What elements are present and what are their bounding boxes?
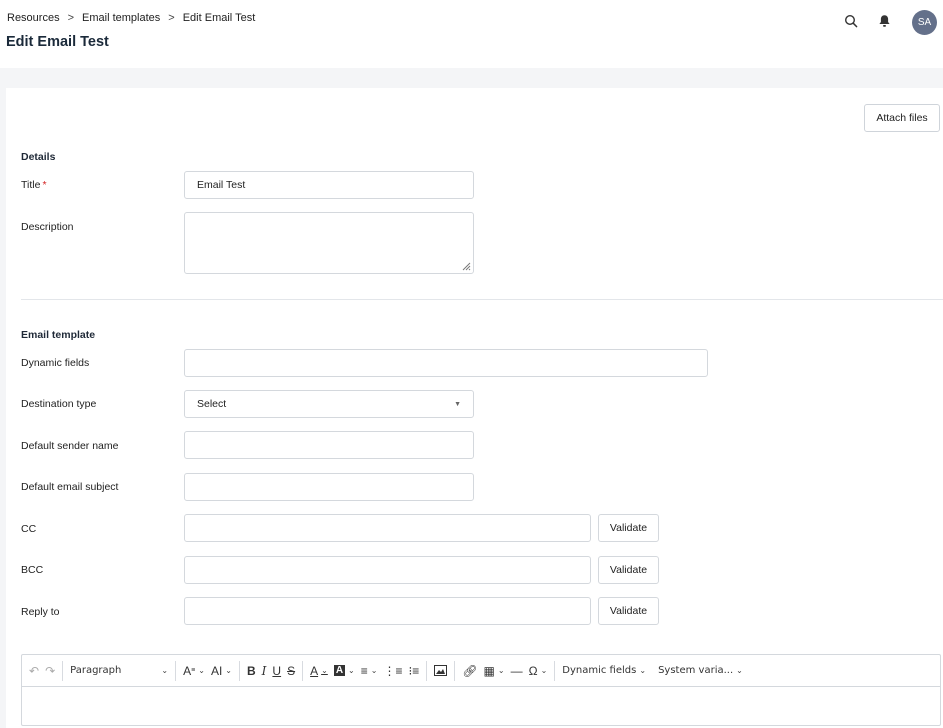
description-label: Description	[21, 221, 74, 233]
italic-icon[interactable]: I	[259, 660, 270, 682]
highlight-color-icon[interactable]: A ⌄	[331, 660, 358, 682]
special-character-icon[interactable]: Ω ⌄	[526, 660, 551, 682]
block-format-value: Paragraph	[70, 665, 122, 676]
system-variables-dropdown[interactable]: System varia... ⌄	[655, 660, 746, 682]
system-variables-dropdown-label: System varia...	[658, 665, 734, 676]
cc-label: CC	[21, 523, 37, 535]
title-label: Title *	[21, 179, 47, 191]
chevron-down-icon: ⌄	[161, 666, 169, 675]
avatar[interactable]: SA	[912, 10, 937, 35]
dynamic-fields-dropdown-label: Dynamic fields	[562, 665, 637, 676]
editor-toolbar: ↶ ↷ Paragraph ⌄ A ≡ ⌄ AI ⌄ B I U S A ⌄ A ⌄ ≡ ⌄…	[22, 655, 940, 687]
underline-icon[interactable]: U	[269, 660, 284, 682]
cc-input[interactable]	[184, 514, 591, 542]
font-size-icon[interactable]: AI ⌄	[208, 660, 235, 682]
description-textarea[interactable]	[184, 212, 474, 274]
caret-down-icon: ▼	[454, 401, 461, 408]
required-mark: *	[42, 179, 47, 191]
details-section-title: Details	[21, 151, 56, 163]
title-label-text: Title	[21, 179, 41, 191]
undo-icon[interactable]: ↶	[26, 660, 42, 682]
toolbar-divider	[175, 660, 177, 681]
align-icon[interactable]: ≡ ⌄	[358, 660, 381, 682]
link-icon[interactable]: 🔗︎	[459, 660, 480, 682]
font-family-icon[interactable]: A ≡ ⌄	[180, 660, 208, 682]
breadcrumb-separator: >	[168, 12, 175, 24]
email-subject-input[interactable]	[184, 473, 474, 501]
toolbar-divider	[554, 660, 556, 681]
rich-text-editor: ↶ ↷ Paragraph ⌄ A ≡ ⌄ AI ⌄ B I U S A ⌄ A ⌄ ≡ ⌄…	[21, 654, 941, 726]
resize-handle-icon[interactable]	[461, 261, 471, 271]
section-divider	[21, 299, 943, 300]
cc-validate-button[interactable]: Validate	[598, 514, 659, 542]
bell-icon[interactable]	[875, 12, 893, 30]
editor-content-area[interactable]	[22, 688, 940, 725]
destination-type-value: Select	[197, 398, 227, 410]
breadcrumb-separator: >	[67, 12, 75, 24]
breadcrumb: Resources > Email templates > Edit Email…	[7, 12, 255, 24]
destination-type-label: Destination type	[21, 398, 97, 410]
bullet-list-icon[interactable]: ⁝≡	[405, 660, 422, 682]
toolbar-divider	[426, 660, 428, 681]
dynamic-fields-label: Dynamic fields	[21, 357, 90, 369]
sender-name-label: Default sender name	[21, 440, 119, 452]
top-bar: Resources > Email templates > Edit Email…	[0, 0, 943, 68]
bcc-label: BCC	[21, 564, 44, 576]
email-template-section-title: Email template	[21, 329, 96, 341]
page-title: Edit Email Test	[6, 34, 109, 50]
form-card: Attach files Details Title * Email Test D…	[6, 88, 943, 728]
bold-icon[interactable]: B	[244, 660, 259, 682]
table-icon[interactable]: ▦ ⌄	[481, 660, 508, 682]
image-icon[interactable]	[431, 660, 450, 682]
reply-to-label: Reply to	[21, 606, 60, 618]
toolbar-divider	[302, 660, 304, 681]
bcc-validate-button[interactable]: Validate	[598, 556, 659, 584]
toolbar-divider	[62, 660, 64, 681]
dynamic-fields-dropdown[interactable]: Dynamic fields ⌄	[559, 660, 649, 682]
breadcrumb-current: Edit Email Test	[182, 12, 256, 24]
block-format-dropdown[interactable]: Paragraph ⌄	[67, 660, 171, 682]
email-subject-label: Default email subject	[21, 481, 119, 493]
horizontal-rule-icon[interactable]: —	[508, 660, 526, 682]
numbered-list-icon[interactable]: ⋮≡	[380, 660, 405, 682]
chevron-down-icon: ⌄	[639, 666, 647, 675]
destination-type-select[interactable]: Select ▼	[184, 390, 474, 418]
font-color-icon[interactable]: A ⌄	[307, 660, 331, 682]
attach-files-button[interactable]: Attach files	[864, 104, 940, 132]
breadcrumb-email-templates[interactable]: Email templates	[82, 12, 160, 24]
toolbar-divider	[454, 660, 456, 681]
breadcrumb-resources[interactable]: Resources	[7, 12, 60, 24]
title-input[interactable]: Email Test	[184, 171, 474, 199]
sender-name-input[interactable]	[184, 431, 474, 459]
reply-to-input[interactable]	[184, 597, 591, 625]
dynamic-fields-input[interactable]	[184, 349, 708, 377]
bcc-input[interactable]	[184, 556, 591, 584]
strikethrough-icon[interactable]: S	[284, 660, 298, 682]
chevron-down-icon: ⌄	[736, 666, 743, 675]
toolbar-divider	[238, 660, 240, 681]
reply-to-validate-button[interactable]: Validate	[598, 597, 659, 625]
redo-icon[interactable]: ↷	[42, 660, 58, 682]
search-icon[interactable]	[842, 12, 860, 30]
